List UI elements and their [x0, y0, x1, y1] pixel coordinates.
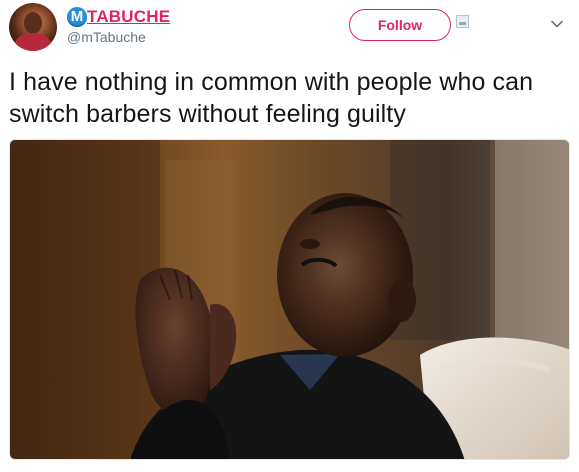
- avatar-shirt: [15, 33, 51, 51]
- tweet-text: I have nothing in common with people who…: [9, 68, 534, 128]
- tweet-photo[interactable]: [9, 139, 570, 460]
- image-placeholder-icon: [456, 15, 469, 28]
- follow-button[interactable]: Follow: [349, 9, 451, 41]
- avatar[interactable]: [9, 3, 57, 51]
- chevron-down-icon[interactable]: [550, 17, 564, 31]
- author-display-name[interactable]: TABUCHE: [87, 7, 170, 27]
- logo-m-icon: M: [67, 7, 87, 27]
- author-handle[interactable]: @mTabuche: [67, 29, 146, 45]
- author-name-row[interactable]: M TABUCHE: [67, 6, 170, 28]
- tweet-card: M TABUCHE @mTabuche Follow I have nothin…: [0, 0, 579, 472]
- avatar-face: [24, 12, 42, 34]
